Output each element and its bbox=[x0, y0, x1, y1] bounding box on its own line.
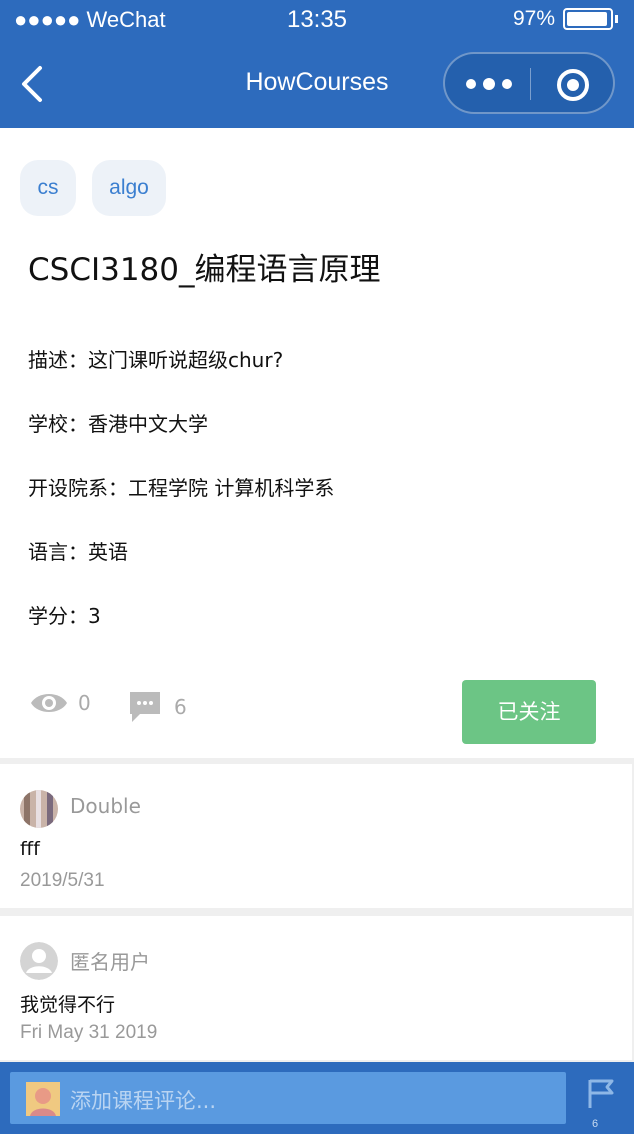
course-title: CSCI3180_编程语言原理 bbox=[28, 252, 381, 288]
course-card: cs algo CSCI3180_编程语言原理 描述：这门课听说超级chur? … bbox=[0, 128, 634, 758]
comment-text: 我觉得不行 bbox=[20, 994, 116, 1016]
view-count: 0 bbox=[30, 690, 91, 716]
navigation-bar: HowCourses bbox=[0, 40, 634, 128]
view-count-value: 0 bbox=[78, 691, 91, 715]
comment-input-placeholder: 添加课程评论... bbox=[70, 1089, 217, 1113]
comment-item[interactable]: 匿名用户 我觉得不行 Fri May 31 2019 bbox=[0, 916, 632, 1060]
close-miniprogram-icon[interactable] bbox=[555, 67, 591, 103]
status-bar: ●●●●● WeChat 13:35 97% bbox=[0, 0, 634, 40]
more-icon[interactable] bbox=[465, 76, 513, 92]
avatar bbox=[20, 790, 58, 828]
comment-text: fff bbox=[20, 838, 40, 860]
follow-button[interactable]: 已关注 bbox=[462, 680, 596, 744]
battery-icon bbox=[563, 8, 613, 30]
course-credits: 学分：3 bbox=[28, 604, 101, 628]
comment-input[interactable]: 添加课程评论... bbox=[10, 1072, 566, 1124]
flag-icon[interactable] bbox=[584, 1076, 618, 1110]
course-language: 语言：英语 bbox=[28, 540, 128, 564]
comment-date: 2019/5/31 bbox=[20, 870, 105, 891]
eye-icon bbox=[31, 694, 67, 712]
comment-bar: 添加课程评论... 6 bbox=[0, 1062, 634, 1134]
comment-count: 6 bbox=[128, 690, 187, 724]
miniprogram-capsule bbox=[443, 52, 615, 114]
tag-cs[interactable]: cs bbox=[20, 160, 76, 216]
capsule-divider bbox=[530, 68, 531, 100]
user-avatar bbox=[26, 1082, 60, 1116]
tag-algo[interactable]: algo bbox=[92, 160, 166, 216]
anonymous-avatar-icon bbox=[20, 942, 58, 980]
comment-count-value: 6 bbox=[174, 695, 187, 719]
comment-author: 匿名用户 bbox=[70, 950, 150, 974]
battery-area: 97% bbox=[513, 7, 618, 31]
comment-bubble-icon bbox=[130, 692, 160, 722]
comment-date: Fri May 31 2019 bbox=[20, 1022, 158, 1043]
comment-item[interactable]: Double fff 2019/5/31 bbox=[0, 764, 632, 908]
battery-cap-icon bbox=[615, 15, 618, 23]
course-description: 描述：这门课听说超级chur? bbox=[28, 348, 284, 372]
flag-count: 6 bbox=[592, 1118, 599, 1130]
course-department: 开设院系：工程学院 计算机科学系 bbox=[28, 476, 335, 500]
battery-percent: 97% bbox=[512, 7, 555, 30]
comment-author: Double bbox=[70, 794, 141, 818]
course-school: 学校：香港中文大学 bbox=[28, 412, 208, 436]
